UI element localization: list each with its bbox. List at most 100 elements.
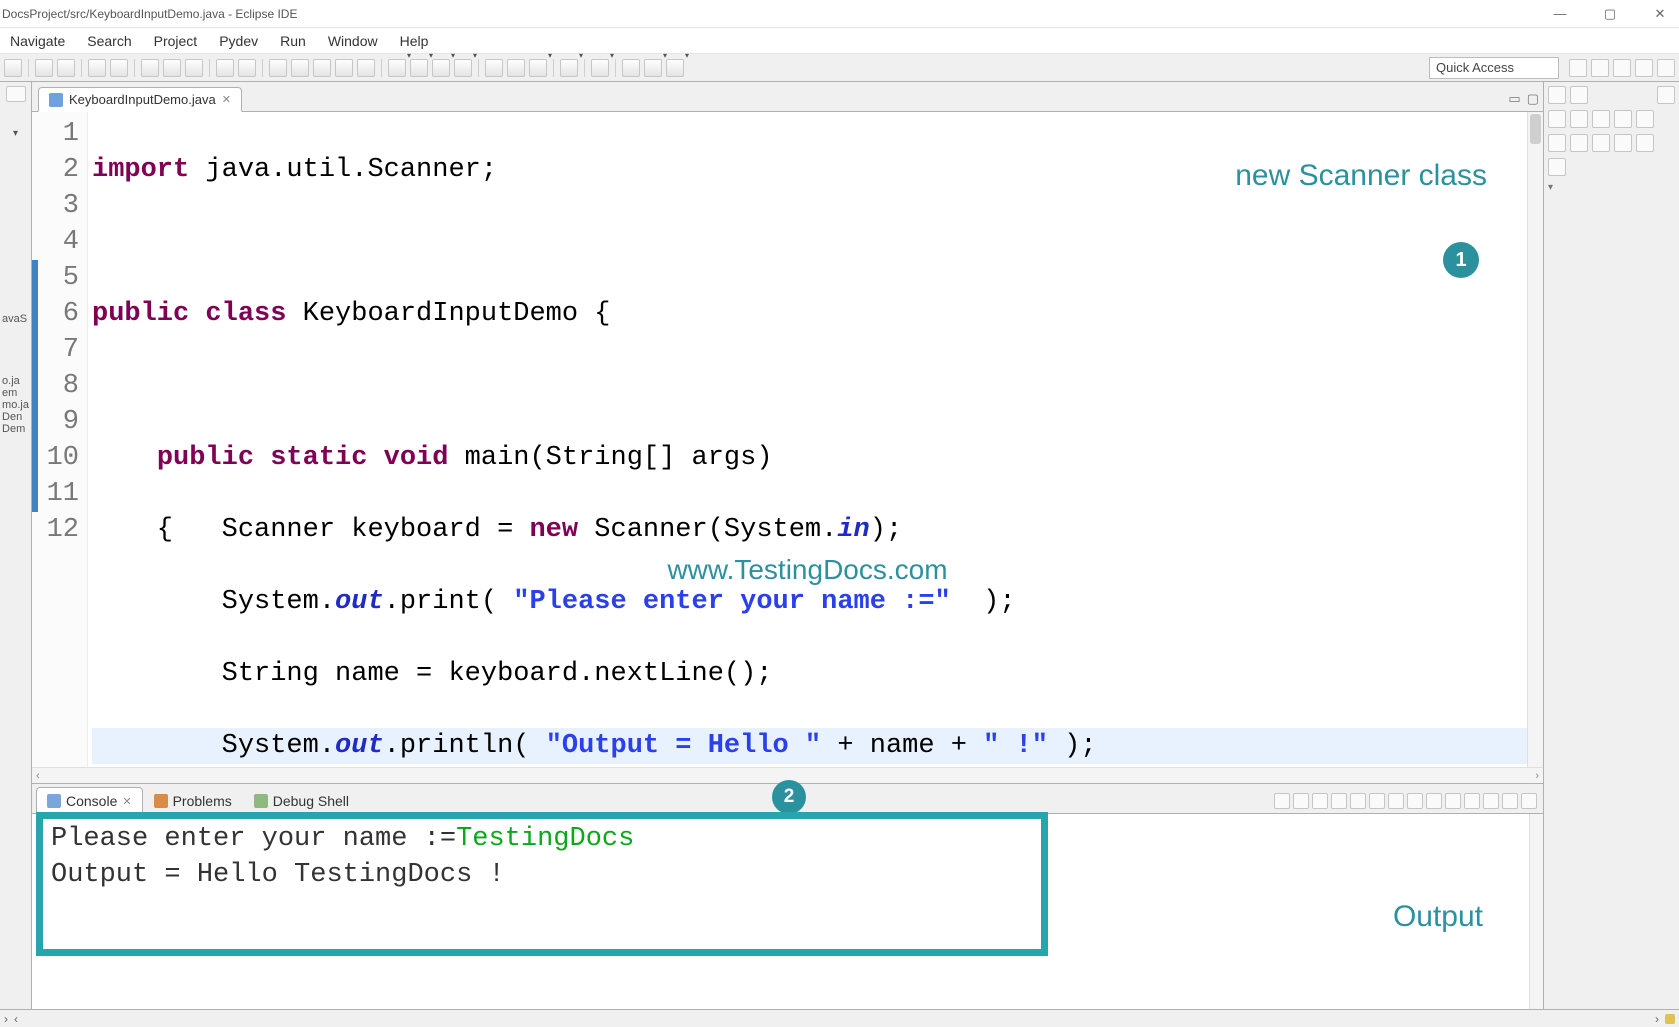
scroll-right-icon[interactable]: › — [1655, 1012, 1659, 1026]
perspective-icon[interactable] — [1657, 59, 1675, 77]
back-icon[interactable] — [622, 59, 640, 77]
perspective-icon[interactable] — [1635, 59, 1653, 77]
run-dropdown-icon[interactable] — [410, 59, 428, 77]
external-dropdown-icon[interactable] — [454, 59, 472, 77]
scroll-left-icon[interactable]: ‹ — [36, 770, 40, 782]
tool-icon[interactable] — [291, 59, 309, 77]
separator — [478, 59, 479, 77]
tool-icon[interactable] — [1548, 158, 1566, 176]
perspective-icon[interactable] — [1591, 59, 1609, 77]
console-tool-icon[interactable] — [1312, 793, 1328, 809]
tool-icon[interactable] — [185, 59, 203, 77]
console-tool-icon[interactable] — [1483, 793, 1499, 809]
perspective-icon[interactable] — [1569, 59, 1587, 77]
tool-icon[interactable] — [1614, 134, 1632, 152]
code-area[interactable]: import java.util.Scanner; public class K… — [88, 112, 1527, 767]
tab-debug-shell[interactable]: Debug Shell — [243, 787, 360, 814]
forward-history-icon[interactable] — [666, 59, 684, 77]
tool-icon[interactable] — [1614, 110, 1632, 128]
restore-view-icon[interactable] — [6, 86, 26, 102]
tool-icon[interactable] — [1548, 134, 1566, 152]
java-file-icon — [49, 93, 63, 107]
editor-tab-keyboardinputdemo[interactable]: KeyboardInputDemo.java ✕ — [38, 87, 242, 112]
pkg-label: em — [2, 387, 29, 399]
tool-icon[interactable] — [1570, 110, 1588, 128]
tool-icon[interactable] — [238, 59, 256, 77]
tool-icon[interactable] — [1570, 134, 1588, 152]
close-icon[interactable]: ✕ — [1645, 6, 1675, 22]
tool-icon[interactable] — [141, 59, 159, 77]
separator — [28, 59, 29, 77]
menu-search[interactable]: Search — [77, 30, 141, 52]
breakpoints-view-icon[interactable] — [1570, 86, 1588, 104]
menu-pydev[interactable]: Pydev — [209, 30, 268, 52]
console-tool-icon[interactable] — [1407, 793, 1423, 809]
scroll-left-icon[interactable]: ‹ — [14, 1012, 18, 1026]
scrollbar-thumb[interactable] — [1530, 114, 1541, 144]
vertical-scrollbar[interactable] — [1529, 814, 1543, 1009]
perspective-icon[interactable] — [1613, 59, 1631, 77]
menu-navigate[interactable]: Navigate — [0, 30, 75, 52]
scroll-right-icon[interactable]: › — [1535, 770, 1539, 782]
line-number: 1 — [32, 116, 79, 152]
tool-icon[interactable] — [110, 59, 128, 77]
console-output-box[interactable]: <terminated> KeyboardInputDemo [Java App… — [36, 812, 1048, 956]
line-number: 3 — [32, 188, 79, 224]
console-tool-icon[interactable] — [1331, 793, 1347, 809]
tool-icon[interactable] — [88, 59, 106, 77]
tool-icon[interactable] — [216, 59, 234, 77]
chevron-down-icon[interactable]: ▾ — [13, 128, 18, 139]
separator — [209, 59, 210, 77]
chevron-down-icon[interactable]: ▾ — [1548, 182, 1553, 193]
console-tool-icon[interactable] — [1293, 793, 1309, 809]
menu-project[interactable]: Project — [144, 30, 208, 52]
code-editor[interactable]: 1 2 3 4 5 6 7 8 9 10 11 12 import java.u… — [32, 112, 1543, 767]
minimize-icon[interactable]: — — [1545, 6, 1575, 22]
console-tool-icon[interactable] — [1350, 793, 1366, 809]
menu-help[interactable]: Help — [390, 30, 439, 52]
menu-run[interactable]: Run — [270, 30, 316, 52]
console-tool-icon[interactable] — [1464, 793, 1480, 809]
outline-view-icon[interactable] — [1548, 86, 1566, 104]
tool-dropdown-icon[interactable] — [560, 59, 578, 77]
tool-icon[interactable] — [313, 59, 331, 77]
tool-icon[interactable] — [35, 59, 53, 77]
back-history-icon[interactable] — [644, 59, 662, 77]
debug-dropdown-icon[interactable] — [388, 59, 406, 77]
show-views-icon[interactable]: › — [4, 1012, 8, 1026]
tool-icon[interactable] — [485, 59, 503, 77]
minimize-view-icon[interactable] — [1502, 793, 1518, 809]
tool-dropdown-icon[interactable] — [591, 59, 609, 77]
minimize-view-icon[interactable]: ▭ — [1508, 91, 1520, 107]
tool-icon[interactable] — [1548, 110, 1566, 128]
runlast-dropdown-icon[interactable] — [432, 59, 450, 77]
tool-icon[interactable] — [4, 59, 22, 77]
maximize-icon[interactable]: ▢ — [1595, 6, 1625, 22]
console-tool-icon[interactable] — [1369, 793, 1385, 809]
console-tool-icon[interactable] — [1388, 793, 1404, 809]
tool-icon[interactable] — [1592, 134, 1610, 152]
quick-access-input[interactable]: Quick Access — [1429, 57, 1559, 79]
tab-console[interactable]: Console ✕ — [36, 787, 143, 814]
maximize-view-icon[interactable] — [1521, 793, 1537, 809]
tab-problems[interactable]: Problems — [143, 787, 243, 814]
console-tool-icon[interactable] — [1445, 793, 1461, 809]
tool-icon[interactable] — [1592, 110, 1610, 128]
close-tab-icon[interactable]: ✕ — [122, 795, 131, 808]
tool-icon[interactable] — [163, 59, 181, 77]
tool-dropdown-icon[interactable] — [529, 59, 547, 77]
tool-icon[interactable] — [1636, 110, 1654, 128]
tool-icon[interactable] — [357, 59, 375, 77]
tool-icon[interactable] — [269, 59, 287, 77]
maximize-view-icon[interactable]: ▢ — [1527, 91, 1539, 107]
menu-window[interactable]: Window — [318, 30, 388, 52]
tool-icon[interactable] — [57, 59, 75, 77]
tool-icon[interactable] — [1636, 134, 1654, 152]
console-tool-icon[interactable] — [1426, 793, 1442, 809]
close-tab-icon[interactable]: ✕ — [222, 93, 231, 106]
view-menu-icon[interactable] — [1657, 86, 1675, 104]
tool-icon[interactable] — [335, 59, 353, 77]
console-tool-icon[interactable] — [1274, 793, 1290, 809]
vertical-scrollbar[interactable] — [1527, 112, 1543, 767]
tool-icon[interactable] — [507, 59, 525, 77]
